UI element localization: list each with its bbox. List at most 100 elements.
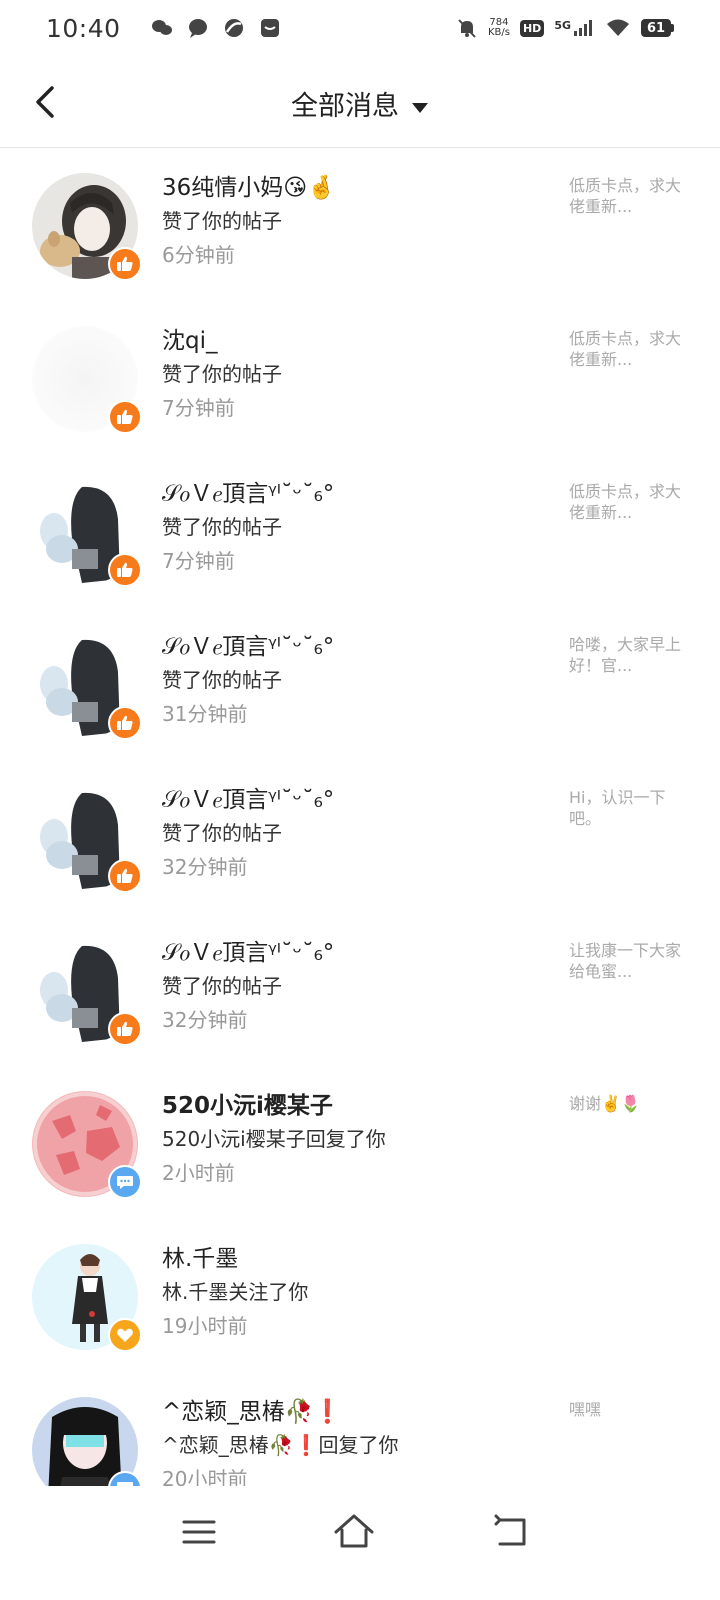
message-action: ^恋颖_思椿🥀❗回复了你 xyxy=(162,1433,399,1457)
avatar[interactable] xyxy=(32,1244,142,1352)
user-name[interactable]: 520小沅i樱某子 xyxy=(162,1089,552,1123)
reply-preview[interactable]: 谢谢✌️🌷 xyxy=(569,1093,684,1114)
like-badge xyxy=(108,1012,142,1046)
status-bar: 10:40 784 KB/s HD 5G 61 xyxy=(0,0,720,56)
wechat-icon xyxy=(151,20,172,35)
battery-level: 61 xyxy=(641,19,671,37)
message-item[interactable]: 𝒮𝑜Ｖ𝑒頂言ᵞᴵ˘ᵕ˘₆° 赞了你的帖子 32分钟前 Hi，认识一下吧。 xyxy=(0,761,720,914)
user-name[interactable]: 36纯情小妈😘🤞 xyxy=(162,171,552,205)
user-name[interactable]: 沈qi_ xyxy=(162,324,552,358)
message-filter-dropdown[interactable]: 全部消息 xyxy=(0,84,720,123)
network-speed: 784 KB/s xyxy=(488,18,510,38)
message-action: 赞了你的帖子 xyxy=(162,362,282,386)
avatar[interactable] xyxy=(32,785,142,893)
user-name[interactable]: 林.千墨 xyxy=(162,1242,552,1276)
network-type: 5G xyxy=(554,19,595,37)
caret-down-icon xyxy=(412,102,428,113)
message-bubble-icon xyxy=(188,19,207,38)
heart-icon xyxy=(117,1328,133,1342)
home-icon xyxy=(334,1514,374,1548)
message-time: 32分钟前 xyxy=(162,855,248,879)
message-texts: 𝒮𝑜Ｖ𝑒頂言ᵞᴵ˘ᵕ˘₆° 赞了你的帖子 32分钟前 xyxy=(162,783,552,883)
like-badge xyxy=(108,400,142,434)
message-time: 2小时前 xyxy=(162,1161,235,1185)
avatar[interactable] xyxy=(32,173,142,281)
comment-badge xyxy=(108,1165,142,1199)
message-time: 32分钟前 xyxy=(162,1008,248,1032)
message-item[interactable]: 林.千墨 林.千墨关注了你 19小时前 xyxy=(0,1220,720,1373)
like-icon xyxy=(117,868,133,883)
recent-apps-button[interactable] xyxy=(176,1508,224,1556)
message-item[interactable]: 520小沅i樱某子 520小沅i樱某子回复了你 2小时前 谢谢✌️🌷 xyxy=(0,1067,720,1220)
hd-badge: HD xyxy=(519,19,545,37)
post-preview[interactable]: 低质卡点，求大佬重新... xyxy=(569,481,684,523)
post-preview[interactable]: Hi，认识一下吧。 xyxy=(569,787,684,829)
post-preview[interactable]: 低质卡点，求大佬重新... xyxy=(569,328,684,370)
like-badge xyxy=(108,706,142,740)
post-preview[interactable]: 低质卡点，求大佬重新... xyxy=(569,175,684,217)
avatar[interactable] xyxy=(32,1091,142,1199)
post-preview[interactable]: 让我康一下大家给龟蜜... xyxy=(569,940,684,982)
message-item[interactable]: 沈qi_ 赞了你的帖子 7分钟前 低质卡点，求大佬重新... xyxy=(0,302,720,455)
status-left: 10:40 xyxy=(46,14,281,43)
avatar[interactable] xyxy=(32,479,142,587)
user-name[interactable]: 𝒮𝑜Ｖ𝑒頂言ᵞᴵ˘ᵕ˘₆° xyxy=(162,477,552,511)
message-action: 赞了你的帖子 xyxy=(162,209,282,233)
follow-badge xyxy=(108,1318,142,1352)
return-icon xyxy=(494,1514,526,1546)
message-texts: 36纯情小妈😘🤞 赞了你的帖子 6分钟前 xyxy=(162,171,552,271)
system-nav-bar xyxy=(0,1486,720,1600)
post-preview[interactable]: 哈喽，大家早上好！官... xyxy=(569,634,684,676)
wifi-icon xyxy=(607,19,629,36)
user-name[interactable]: 𝒮𝑜Ｖ𝑒頂言ᵞᴵ˘ᵕ˘₆° xyxy=(162,936,552,970)
message-action: 赞了你的帖子 xyxy=(162,974,282,998)
avatar[interactable] xyxy=(32,632,142,740)
message-time: 6分钟前 xyxy=(162,243,235,267)
home-button[interactable] xyxy=(330,1508,378,1556)
like-icon xyxy=(117,1021,133,1036)
message-time: 19小时前 xyxy=(162,1314,248,1338)
menu-icon xyxy=(182,1520,216,1544)
status-right: 784 KB/s HD 5G 61 xyxy=(456,17,674,39)
like-badge xyxy=(108,553,142,587)
battery-icon: 61 xyxy=(641,19,674,37)
message-action: 520小沅i樱某子回复了你 xyxy=(162,1127,386,1151)
user-name[interactable]: 𝒮𝑜Ｖ𝑒頂言ᵞᴵ˘ᵕ˘₆° xyxy=(162,783,552,817)
page-title: 全部消息 xyxy=(291,91,399,122)
orbit-app-icon xyxy=(224,19,243,37)
like-icon xyxy=(117,409,133,424)
message-action: 赞了你的帖子 xyxy=(162,821,282,845)
message-texts: 沈qi_ 赞了你的帖子 7分钟前 xyxy=(162,324,552,424)
like-badge xyxy=(108,859,142,893)
message-action: 林.千墨关注了你 xyxy=(162,1280,309,1304)
avatar[interactable] xyxy=(32,326,142,434)
message-item[interactable]: 𝒮𝑜Ｖ𝑒頂言ᵞᴵ˘ᵕ˘₆° 赞了你的帖子 31分钟前 哈喽，大家早上好！官... xyxy=(0,608,720,761)
reply-preview[interactable]: 嘿嘿 xyxy=(569,1399,684,1420)
message-item[interactable]: 𝒮𝑜Ｖ𝑒頂言ᵞᴵ˘ᵕ˘₆° 赞了你的帖子 32分钟前 让我康一下大家给龟蜜... xyxy=(0,914,720,1067)
user-name[interactable]: ^恋颖_思椿🥀❗ xyxy=(162,1395,552,1429)
inbox-app-icon xyxy=(260,19,279,37)
mute-bell-icon xyxy=(458,19,476,38)
message-texts: 520小沅i樱某子 520小沅i樱某子回复了你 2小时前 xyxy=(162,1089,552,1189)
message-time: 7分钟前 xyxy=(162,396,235,420)
message-texts: 𝒮𝑜Ｖ𝑒頂言ᵞᴵ˘ᵕ˘₆° 赞了你的帖子 31分钟前 xyxy=(162,630,552,730)
message-action: 赞了你的帖子 xyxy=(162,515,282,539)
back-nav-button[interactable] xyxy=(488,1508,536,1556)
message-action: 赞了你的帖子 xyxy=(162,668,282,692)
message-list: 36纯情小妈😘🤞 赞了你的帖子 6分钟前 低质卡点，求大佬重新... 沈qi_ … xyxy=(0,149,720,1526)
message-time: 31分钟前 xyxy=(162,702,248,726)
status-time: 10:40 xyxy=(46,13,121,43)
like-icon xyxy=(117,256,133,271)
message-texts: 𝒮𝑜Ｖ𝑒頂言ᵞᴵ˘ᵕ˘₆° 赞了你的帖子 32分钟前 xyxy=(162,936,552,1036)
header: 全部消息 xyxy=(0,56,720,148)
message-time: 7分钟前 xyxy=(162,549,235,573)
message-item[interactable]: 𝒮𝑜Ｖ𝑒頂言ᵞᴵ˘ᵕ˘₆° 赞了你的帖子 7分钟前 低质卡点，求大佬重新... xyxy=(0,455,720,608)
message-texts: ^恋颖_思椿🥀❗ ^恋颖_思椿🥀❗回复了你 20小时前 xyxy=(162,1395,552,1495)
user-name[interactable]: 𝒮𝑜Ｖ𝑒頂言ᵞᴵ˘ᵕ˘₆° xyxy=(162,630,552,664)
network-label: 5G xyxy=(554,19,571,32)
like-badge xyxy=(108,247,142,281)
like-icon xyxy=(117,715,133,730)
signal-icon xyxy=(574,20,592,36)
avatar[interactable] xyxy=(32,938,142,1046)
message-item[interactable]: 36纯情小妈😘🤞 赞了你的帖子 6分钟前 低质卡点，求大佬重新... xyxy=(0,149,720,302)
